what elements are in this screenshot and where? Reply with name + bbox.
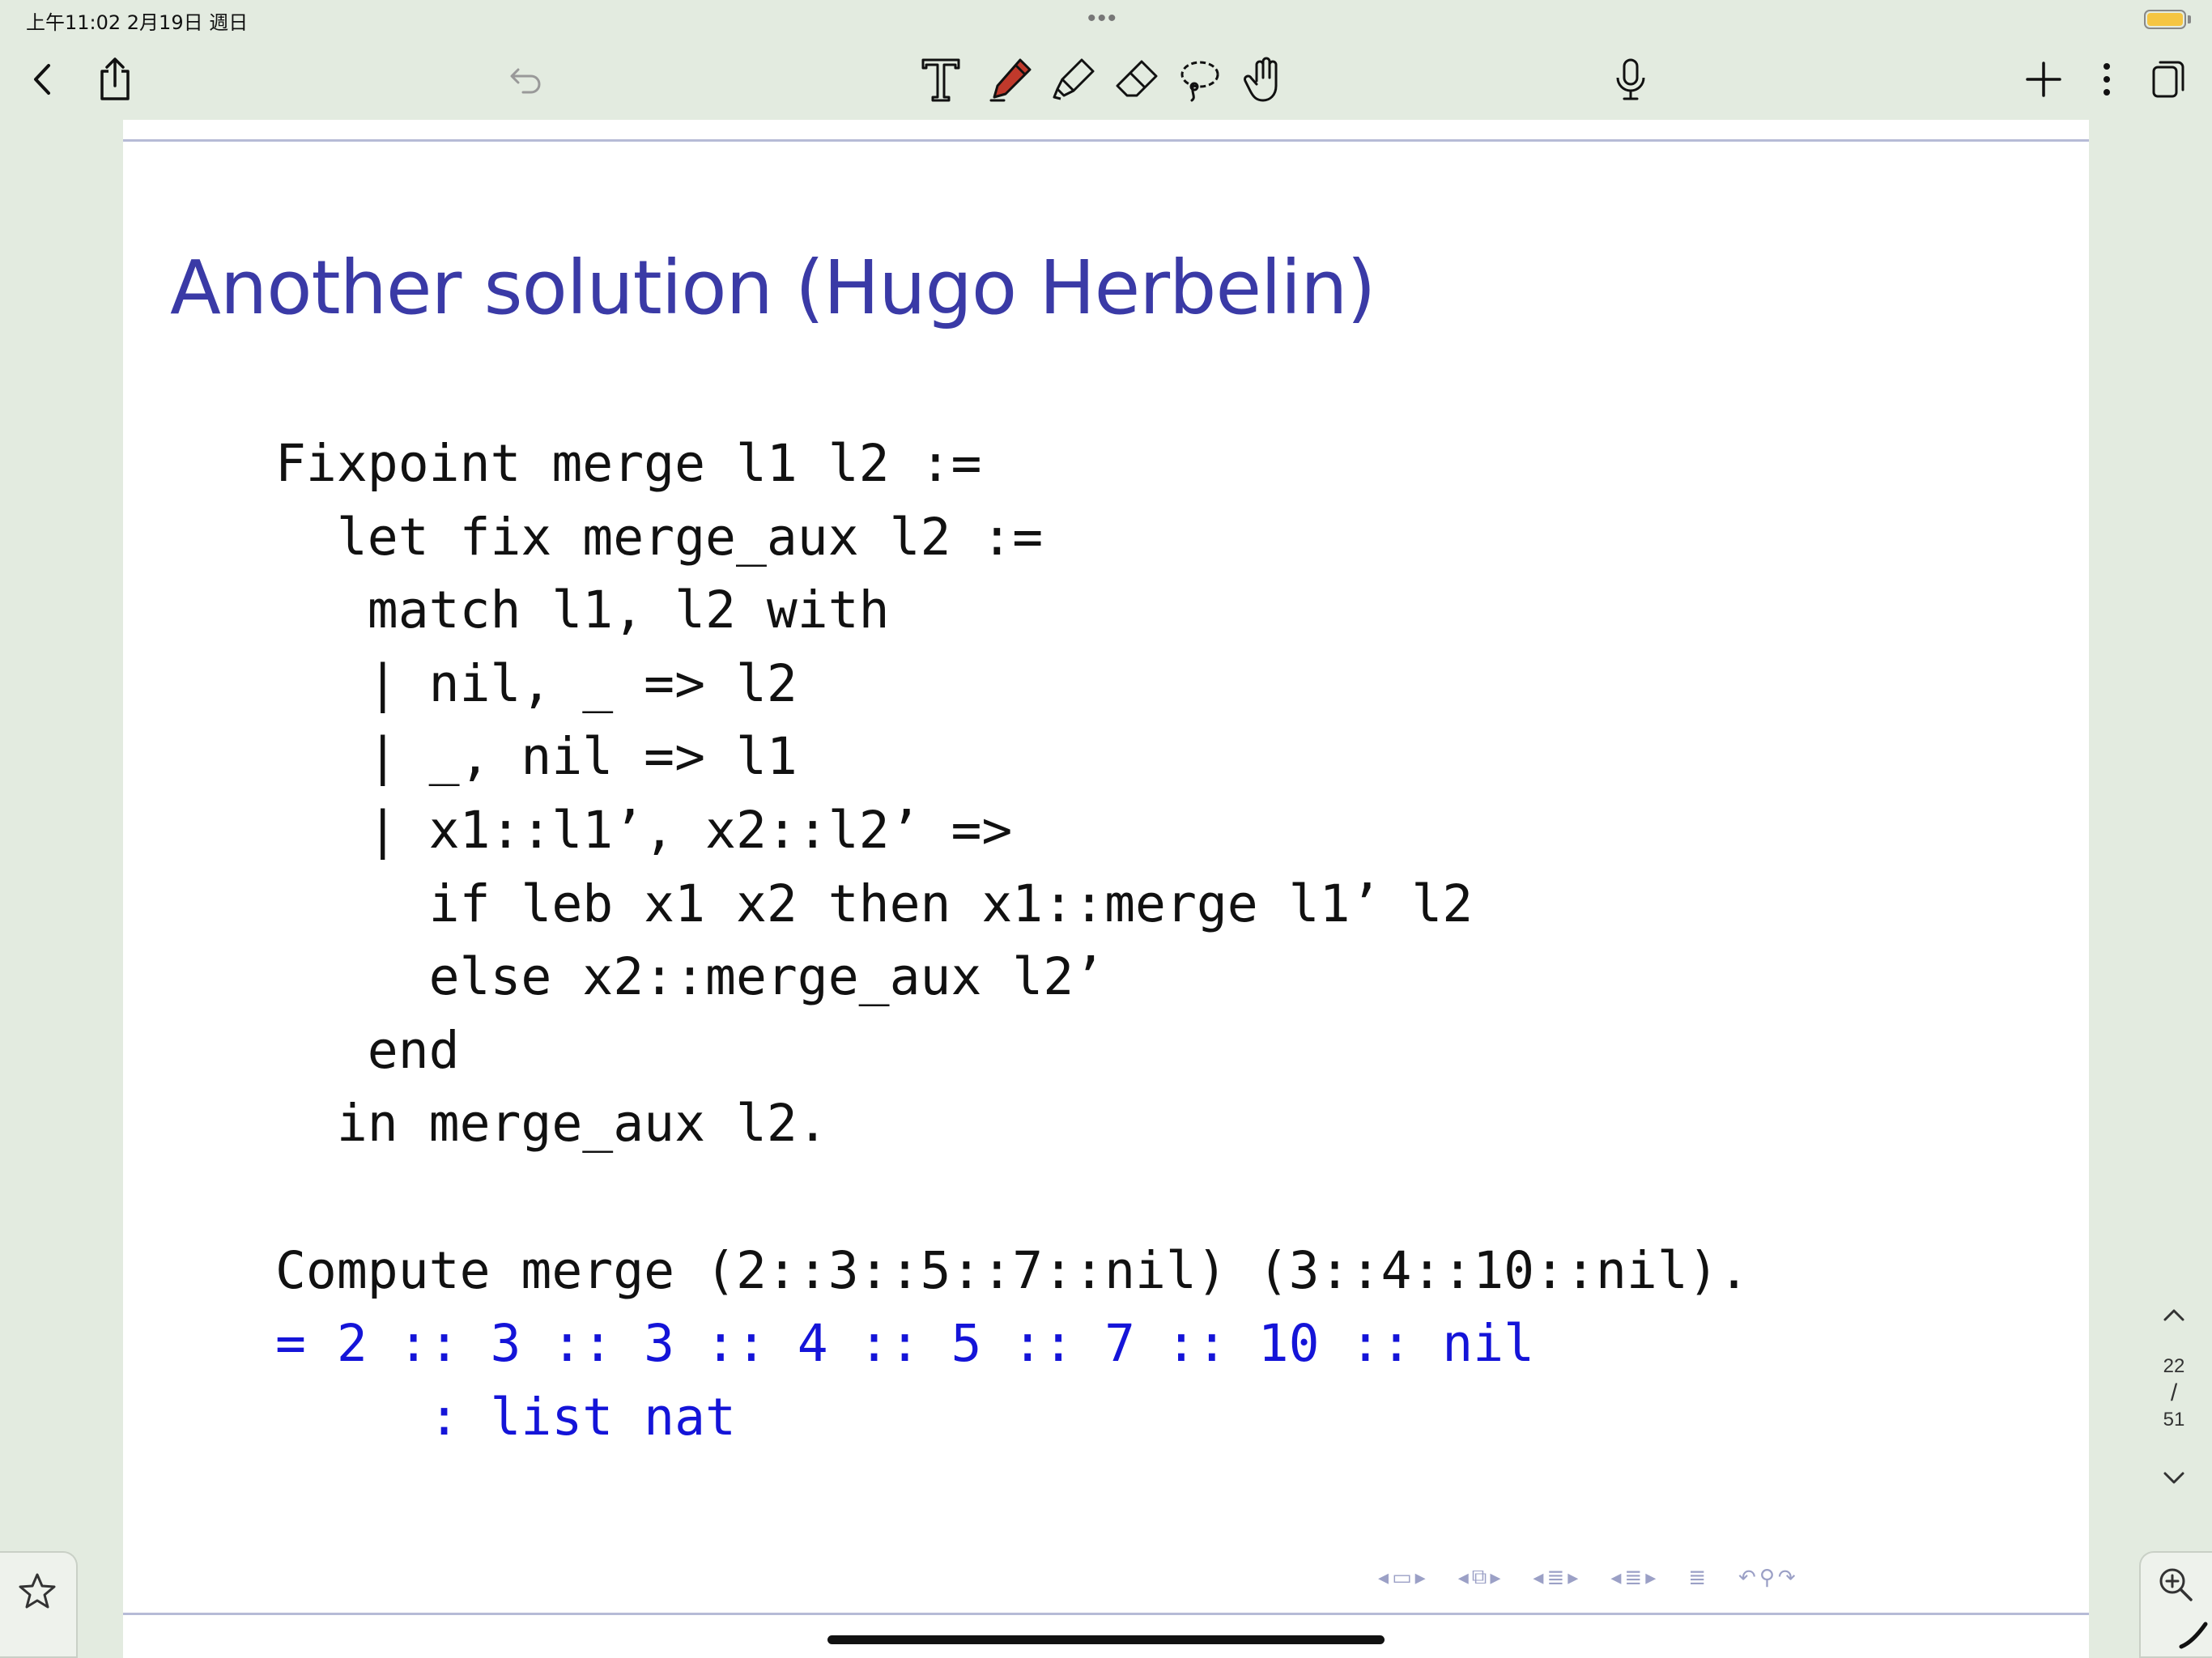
microphone-icon [1616, 58, 1645, 100]
result-line: = 2 :: 3 :: 3 :: 4 :: 5 :: 7 :: 10 :: ni… [275, 1314, 1535, 1374]
code-line: if leb x1 x2 then x1::merge l1’ l2 [275, 874, 1474, 933]
nav-subsection[interactable]: ◂ ⧉ ▸ [1458, 1564, 1501, 1590]
code-line: | _, nil => l1 [275, 727, 798, 787]
multitasking-dots[interactable]: ••• [1087, 5, 1118, 32]
back-button[interactable] [18, 55, 66, 104]
forward-arrow-icon: ↷ [1777, 1564, 1796, 1589]
pages-button[interactable] [2144, 55, 2193, 104]
share-button[interactable] [91, 55, 139, 104]
nav-section[interactable]: ◂ ≣ ▸ [1533, 1565, 1578, 1590]
lasso-icon [1180, 61, 1219, 102]
code-line: let fix merge_aux l2 := [275, 507, 1044, 567]
pen-icon [989, 58, 1032, 102]
pages-icon [2152, 61, 2184, 98]
code-line: | nil, _ => l2 [275, 653, 798, 713]
section-icon: ≣ [1546, 1564, 1565, 1589]
text-tool-button[interactable] [917, 55, 965, 104]
search-icon: ⚲ [1759, 1564, 1775, 1589]
nav-frame[interactable]: ◂ ▭ ▸ [1378, 1565, 1426, 1590]
nav-outline[interactable]: ≣ [1688, 1565, 1706, 1590]
code-line: | x1::l1’, x2::l2’ => [275, 800, 1013, 860]
more-vertical-icon [2104, 63, 2110, 96]
frame-icon: ▭ [1392, 1564, 1412, 1589]
nav-document[interactable]: ◂ ≣ ▸ [1610, 1565, 1656, 1590]
current-page: 22 [2163, 1355, 2185, 1377]
beamer-navigation: ◂ ▭ ▸ ◂ ⧉ ▸ ◂ ≣ ▸ ◂ ≣ ▸ ≣ ↶ ⚲ ↷ [1378, 1561, 1820, 1593]
total-pages: 51 [2163, 1409, 2185, 1431]
previous-page-button[interactable] [2154, 1299, 2194, 1331]
code-line: Compute merge (2::3::5::7::nil) (3::4::1… [275, 1240, 1750, 1300]
slide-bottom-rule [123, 1613, 2089, 1615]
nav-search[interactable]: ↶ ⚲ ↷ [1738, 1565, 1796, 1590]
undo-icon [510, 68, 541, 94]
page-separator: / [2170, 1380, 2178, 1406]
code-block: Fixpoint merge l1 l2 := let fix merge_au… [275, 427, 1750, 1454]
eraser-icon [1116, 60, 1158, 97]
zoom-button[interactable] [2139, 1551, 2212, 1658]
undo-button[interactable] [502, 55, 551, 104]
back-chevron-icon [34, 64, 50, 95]
slide-top-rule [123, 139, 2089, 142]
back-arrow-icon: ↶ [1738, 1564, 1756, 1589]
lasso-tool-button[interactable] [1176, 55, 1224, 104]
slide-title: Another solution (Hugo Herbelin) [170, 244, 1376, 331]
code-line: Fixpoint merge l1 l2 := [275, 434, 982, 493]
chevron-down-icon [2163, 1472, 2184, 1484]
eraser-tool-button[interactable] [1112, 55, 1161, 104]
highlighter-icon [1053, 58, 1095, 100]
code-line: end [275, 1020, 460, 1080]
hand-tool-button[interactable] [1239, 55, 1287, 104]
code-line: else x2::merge_aux l2’ [275, 947, 1105, 1007]
code-line: match l1, l2 with [275, 580, 890, 640]
chevron-up-icon [2163, 1309, 2184, 1321]
slide-page[interactable]: Another solution (Hugo Herbelin) Fixpoin… [123, 120, 2089, 1658]
star-icon [19, 1573, 56, 1609]
zoom-in-icon [2159, 1568, 2193, 1601]
pen-tool-button[interactable] [986, 55, 1035, 104]
microphone-button[interactable] [1606, 55, 1655, 104]
outline-icon: ≣ [1688, 1564, 1707, 1589]
plus-icon [2026, 62, 2061, 97]
document-icon: ≣ [1624, 1564, 1643, 1589]
highlighter-tool-button[interactable] [1049, 55, 1098, 104]
text-tool-icon [921, 58, 960, 102]
subsection-icon: ⧉ [1471, 1564, 1487, 1588]
status-time: 上午11:02 2月19日 週日 [26, 11, 249, 34]
pen-mode-icon [2179, 1622, 2208, 1649]
code-line: in merge_aux l2. [275, 1094, 828, 1154]
favorite-button[interactable] [0, 1551, 78, 1658]
hand-icon [1244, 57, 1278, 102]
battery-icon [2144, 10, 2186, 29]
next-page-button[interactable] [2154, 1462, 2194, 1494]
page-counter: 22 / 51 [2146, 1354, 2202, 1433]
toolbar [0, 39, 2212, 120]
more-button[interactable] [2082, 55, 2131, 104]
share-icon [100, 57, 130, 100]
add-page-button[interactable] [2019, 55, 2068, 104]
status-bar: 上午11:02 2月19日 週日 ••• [0, 0, 2212, 39]
battery-cap [2188, 15, 2191, 23]
result-line: : list nat [275, 1387, 736, 1447]
home-indicator[interactable] [827, 1635, 1385, 1644]
